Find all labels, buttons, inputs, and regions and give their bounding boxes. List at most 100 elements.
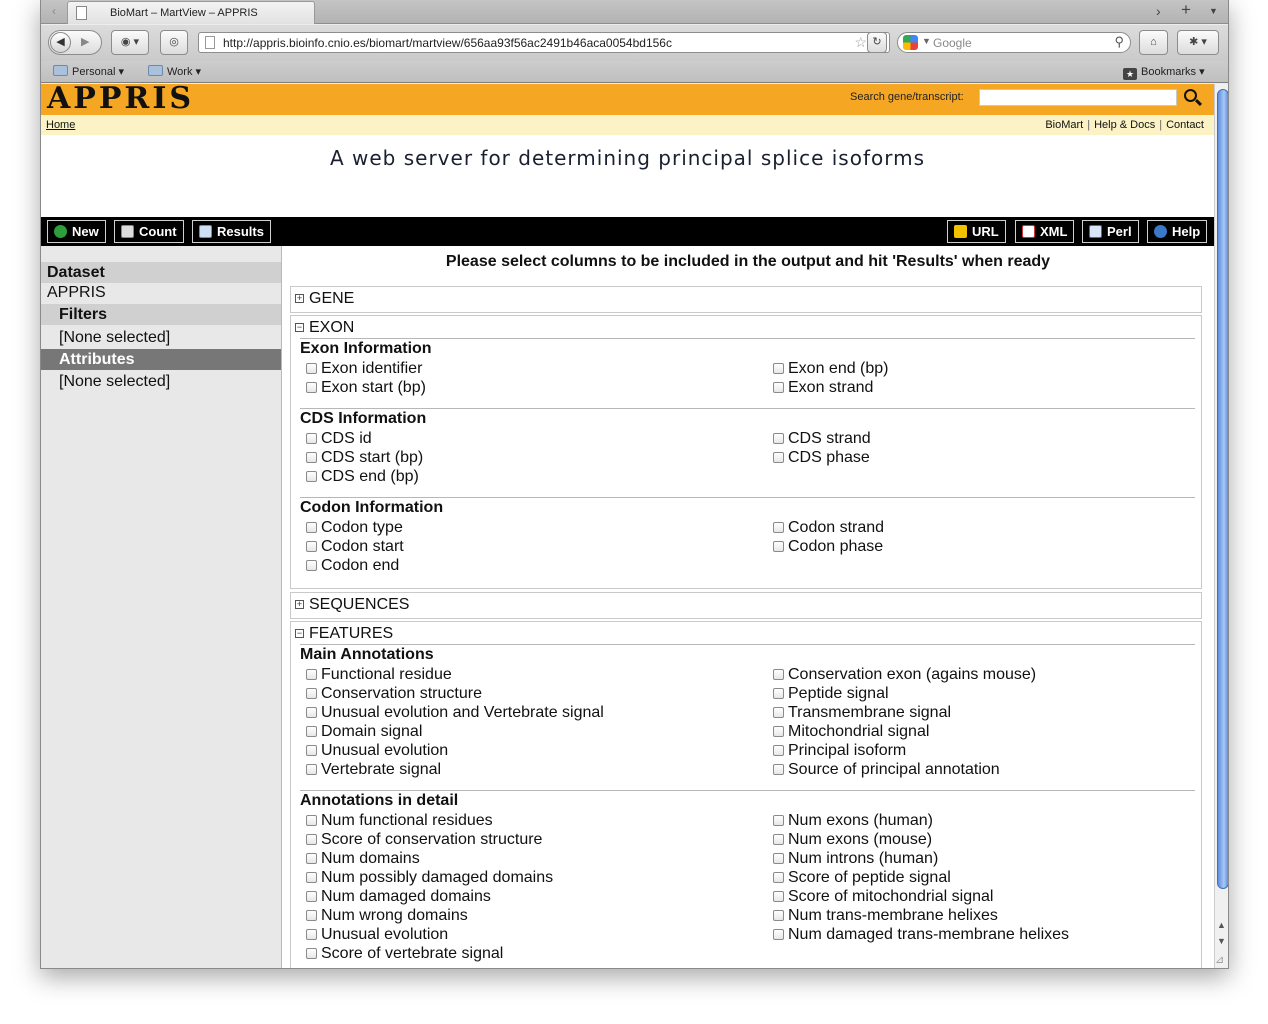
attribute-option[interactable]: CDS phase [773, 449, 870, 467]
attributes-heading[interactable]: Attributes [41, 349, 281, 370]
scroll-up-arrow-icon[interactable]: ▲ [1217, 920, 1226, 930]
perl-button[interactable]: Perl [1082, 220, 1139, 243]
attribute-option[interactable]: Num introns (human) [773, 850, 938, 868]
attribute-checkbox[interactable] [773, 452, 784, 463]
attribute-checkbox[interactable] [306, 382, 317, 393]
attribute-option[interactable]: Codon strand [773, 519, 884, 537]
attribute-checkbox[interactable] [773, 834, 784, 845]
attribute-option[interactable]: Num possibly damaged domains [306, 869, 553, 887]
dataset-heading[interactable]: Dataset [41, 262, 281, 283]
search-icon[interactable] [1182, 86, 1204, 110]
attribute-checkbox[interactable] [773, 764, 784, 775]
attribute-checkbox[interactable] [306, 522, 317, 533]
results-button[interactable]: Results [192, 220, 271, 243]
attribute-option[interactable]: Vertebrate signal [306, 761, 441, 779]
attribute-option[interactable]: Score of conservation structure [306, 831, 542, 849]
gene-search-input[interactable] [979, 89, 1177, 106]
help-docs-link[interactable]: Help & Docs [1094, 119, 1155, 131]
attribute-checkbox[interactable] [773, 669, 784, 680]
features-panel-toggle[interactable]: − FEATURES [295, 625, 393, 643]
attribute-option[interactable]: Functional residue [306, 666, 452, 684]
attribute-checkbox[interactable] [773, 726, 784, 737]
attribute-option[interactable]: Exon end (bp) [773, 360, 889, 378]
new-tab-icon[interactable]: + [1181, 0, 1191, 20]
attribute-checkbox[interactable] [306, 471, 317, 482]
collapse-icon[interactable]: − [295, 629, 304, 638]
tab-list-icon[interactable]: ▼ [1209, 6, 1218, 16]
attribute-checkbox[interactable] [773, 382, 784, 393]
attribute-option[interactable]: Unusual evolution and Vertebrate signal [306, 704, 604, 722]
attribute-checkbox[interactable] [306, 433, 317, 444]
expand-icon[interactable]: + [295, 294, 304, 303]
attribute-option[interactable]: Score of peptide signal [773, 869, 951, 887]
xml-button[interactable]: XML [1015, 220, 1075, 243]
tab-scroll-left-icon[interactable]: ‹ [45, 4, 63, 20]
home-link[interactable]: Home [46, 119, 75, 131]
attribute-checkbox[interactable] [306, 745, 317, 756]
attribute-checkbox[interactable] [773, 688, 784, 699]
attribute-option[interactable]: Conservation structure [306, 685, 482, 703]
attribute-option[interactable]: CDS end (bp) [306, 468, 419, 486]
attribute-option[interactable]: Num damaged domains [306, 888, 491, 906]
attribute-checkbox[interactable] [773, 745, 784, 756]
resize-grip-icon[interactable]: ⊿ [1215, 953, 1224, 966]
attribute-option[interactable]: Transmembrane signal [773, 704, 951, 722]
attribute-option[interactable]: Exon identifier [306, 360, 422, 378]
attribute-option[interactable]: Codon phase [773, 538, 883, 556]
attribute-checkbox[interactable] [773, 541, 784, 552]
attribute-checkbox[interactable] [773, 815, 784, 826]
address-bar[interactable]: http://appris.bioinfo.cnio.es/biomart/ma… [198, 32, 890, 53]
attribute-checkbox[interactable] [306, 560, 317, 571]
attribute-checkbox[interactable] [306, 726, 317, 737]
exon-panel-toggle[interactable]: − EXON [295, 319, 354, 337]
attribute-option[interactable]: CDS id [306, 430, 372, 448]
reload-icon[interactable]: ↻ [867, 32, 887, 53]
attribute-option[interactable]: Score of vertebrate signal [306, 945, 503, 963]
url-button[interactable]: URL [947, 220, 1006, 243]
expand-icon[interactable]: + [295, 600, 304, 609]
site-identity-button[interactable]: ◉ ▾ [111, 30, 149, 55]
attribute-option[interactable]: Codon type [306, 519, 403, 537]
attribute-checkbox[interactable] [306, 948, 317, 959]
forward-arrow-icon[interactable]: ▶ [81, 31, 89, 54]
attribute-option[interactable]: CDS strand [773, 430, 871, 448]
attribute-option[interactable]: Num exons (mouse) [773, 831, 932, 849]
attribute-checkbox[interactable] [306, 815, 317, 826]
url-text[interactable]: http://appris.bioinfo.cnio.es/biomart/ma… [223, 36, 672, 50]
attribute-option[interactable]: Num wrong domains [306, 907, 468, 925]
attribute-option[interactable]: Unusual evolution [306, 742, 448, 760]
collapse-icon[interactable]: − [295, 323, 304, 332]
attribute-option[interactable]: Num domains [306, 850, 420, 868]
biomart-link[interactable]: BioMart [1045, 119, 1083, 131]
scrollbar-thumb[interactable] [1217, 89, 1228, 889]
attribute-option[interactable]: Domain signal [306, 723, 422, 741]
new-button[interactable]: New [47, 220, 106, 243]
web-search-box[interactable]: ▼ Google ⚲ [897, 32, 1131, 53]
count-button[interactable]: Count [114, 220, 184, 243]
attribute-checkbox[interactable] [306, 910, 317, 921]
attribute-option[interactable]: Unusual evolution [306, 926, 448, 944]
attribute-option[interactable]: Conservation exon (agains mouse) [773, 666, 1036, 684]
attribute-checkbox[interactable] [306, 891, 317, 902]
attribute-checkbox[interactable] [773, 910, 784, 921]
attribute-checkbox[interactable] [773, 853, 784, 864]
tab-scroll-right-icon[interactable]: › [1156, 3, 1161, 19]
attribute-option[interactable]: Mitochondrial signal [773, 723, 929, 741]
attribute-option[interactable]: Principal isoform [773, 742, 906, 760]
attribute-checkbox[interactable] [306, 707, 317, 718]
attribute-option[interactable]: Num trans-membrane helixes [773, 907, 998, 925]
filters-heading[interactable]: Filters [41, 304, 281, 325]
attribute-checkbox[interactable] [773, 522, 784, 533]
attribute-checkbox[interactable] [306, 929, 317, 940]
vertical-scrollbar[interactable]: ▲ ▼ [1214, 84, 1228, 968]
attribute-checkbox[interactable] [306, 853, 317, 864]
attribute-option[interactable]: Codon end [306, 557, 399, 575]
attribute-option[interactable]: Exon start (bp) [306, 379, 426, 397]
attribute-option[interactable]: Source of principal annotation [773, 761, 1000, 779]
attribute-checkbox[interactable] [773, 707, 784, 718]
attribute-checkbox[interactable] [306, 688, 317, 699]
bookmark-folder-work[interactable]: Work ▾ [148, 65, 201, 78]
attribute-option[interactable]: Num functional residues [306, 812, 493, 830]
addon-button[interactable]: ✱ ▾ [1177, 30, 1219, 55]
attribute-option[interactable]: Num exons (human) [773, 812, 933, 830]
